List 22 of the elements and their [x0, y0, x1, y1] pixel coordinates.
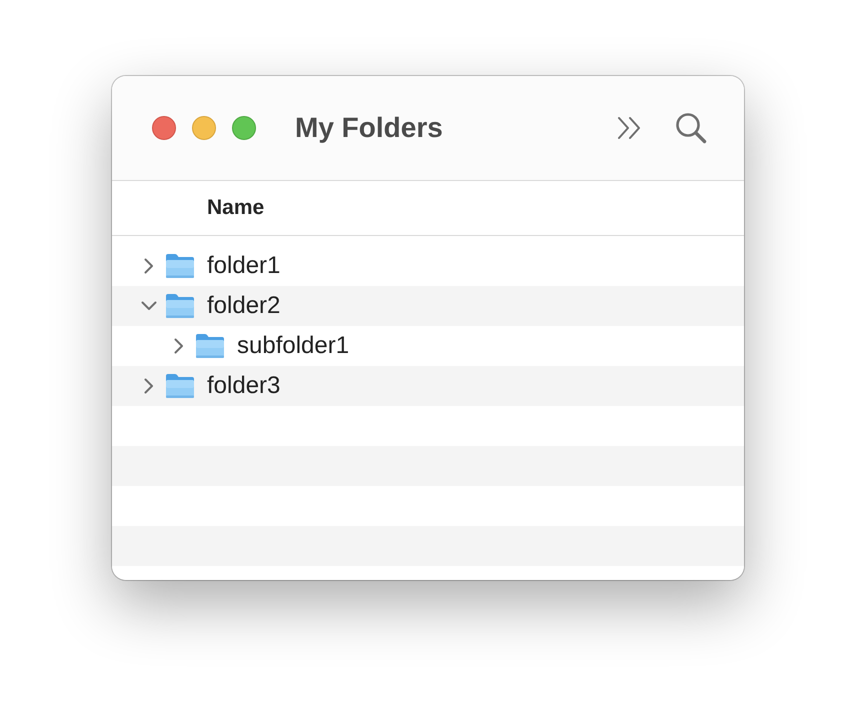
folder-name: folder3	[207, 372, 280, 400]
name-column-header[interactable]: Name	[207, 196, 264, 220]
folder-row[interactable]: folder1	[112, 246, 744, 286]
chevron-right-icon[interactable]	[144, 378, 154, 394]
search-icon[interactable]	[675, 112, 707, 144]
folder-icon	[165, 373, 195, 399]
folder-row[interactable]: folder3	[112, 366, 744, 406]
chevron-down-icon[interactable]	[141, 301, 157, 311]
folder-icon	[165, 253, 195, 279]
folder-name: folder1	[207, 252, 280, 280]
folder-name: folder2	[207, 292, 280, 320]
folder-row[interactable]: folder2	[112, 286, 744, 326]
close-button[interactable]	[152, 116, 176, 140]
chevron-right-icon[interactable]	[174, 338, 184, 354]
chevron-right-icon[interactable]	[144, 258, 154, 274]
fullscreen-button[interactable]	[232, 116, 256, 140]
folder-name: subfolder1	[237, 332, 350, 360]
folder-row[interactable]: subfolder1	[112, 326, 744, 366]
folder-icon	[165, 293, 195, 319]
folder-icon	[195, 333, 225, 359]
window-title: My Folders	[295, 112, 443, 144]
double-chevron-icon[interactable]	[617, 116, 643, 140]
